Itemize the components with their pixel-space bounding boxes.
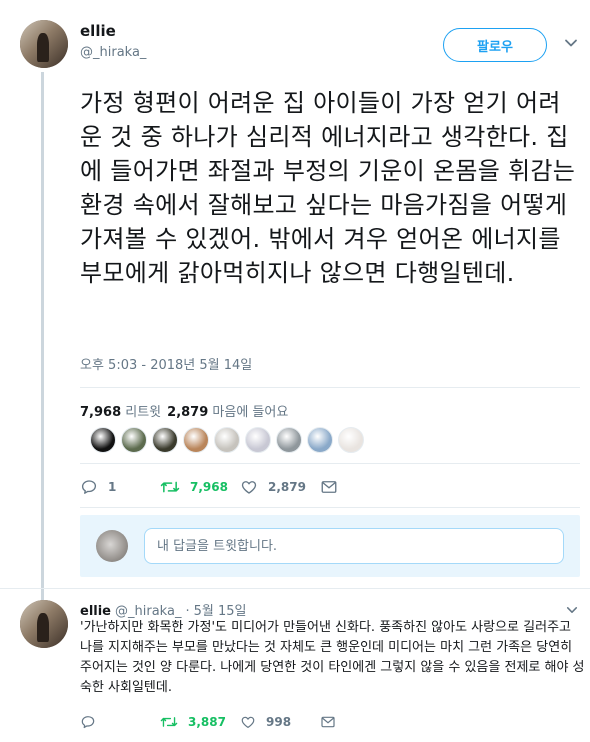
direct-message-button[interactable] (320, 714, 336, 730)
like-count: 998 (266, 715, 292, 729)
divider (80, 463, 580, 464)
reply-tweet-text: '가난하지만 화목한 가정'도 미디어가 만들어낸 신화다. 풍족하진 않아도 … (80, 620, 585, 695)
heart-icon (241, 716, 255, 728)
liker-avatar[interactable] (214, 427, 240, 453)
liker-avatar[interactable] (245, 427, 271, 453)
like-button[interactable]: 2,879 (240, 478, 306, 496)
retweet-button[interactable]: 7,968 (160, 478, 228, 496)
reply-tweet-header: ellie @_hiraka_ · 5월 15일 (80, 600, 246, 619)
reply-icon (81, 480, 97, 494)
retweet-count: 3,887 (188, 715, 226, 729)
author-name[interactable]: ellie (80, 22, 116, 40)
retweet-icon (160, 481, 180, 493)
reply-count: 1 (108, 480, 117, 494)
author-handle[interactable]: @_hiraka_ (80, 45, 146, 60)
retweet-button[interactable]: 3,887 (160, 714, 226, 730)
envelope-icon (321, 716, 335, 728)
liker-avatar[interactable] (121, 427, 147, 453)
divider (80, 507, 580, 508)
like-button[interactable]: 998 (240, 714, 291, 730)
reply-tweet-date[interactable]: 5월 15일 (194, 600, 247, 619)
reply-tweet-actions: 3,887 998 (80, 714, 380, 732)
retweet-stat-label: 리트윗 (125, 405, 162, 420)
divider (80, 387, 580, 388)
liker-avatars (90, 427, 364, 453)
direct-message-button[interactable] (320, 478, 338, 496)
separator-dot: · (185, 604, 190, 619)
retweet-icon (160, 717, 178, 727)
liker-avatar[interactable] (90, 427, 116, 453)
like-stat[interactable]: 2,879 마음에 들어요 (167, 401, 288, 420)
liker-avatar[interactable] (338, 427, 364, 453)
envelope-icon (321, 481, 337, 493)
like-stat-label: 마음에 들어요 (212, 405, 289, 420)
reply-author-handle[interactable]: @_hiraka_ (115, 604, 181, 619)
reply-author-avatar[interactable] (20, 600, 68, 648)
chevron-down-icon[interactable] (566, 604, 578, 616)
retweet-count: 7,968 (190, 480, 228, 494)
like-count: 2,879 (268, 480, 306, 494)
heart-icon (241, 481, 257, 494)
liker-avatar[interactable] (183, 427, 209, 453)
liker-avatar[interactable] (152, 427, 178, 453)
reply-button[interactable]: 1 (80, 478, 116, 496)
retweet-stat[interactable]: 7,968 리트윗 (80, 401, 161, 420)
reply-button[interactable] (80, 714, 96, 730)
liker-avatar[interactable] (276, 427, 302, 453)
thread-connector-line (41, 72, 44, 600)
tweet-actions: 1 7,968 2,879 (80, 478, 380, 500)
reply-composer (80, 515, 580, 577)
follow-button[interactable]: 팔로우 (443, 28, 547, 62)
divider (0, 588, 590, 589)
reply-author-name[interactable]: ellie (80, 604, 111, 619)
chevron-down-icon[interactable] (564, 36, 578, 50)
like-stat-count: 2,879 (167, 405, 209, 420)
reply-icon (81, 716, 95, 729)
reply-input[interactable] (144, 528, 564, 564)
tweet-text: 가정 형편이 어려운 집 아이들이 가장 얻기 어려운 것 중 하나가 심리적 … (80, 89, 576, 287)
tweet-stats: 7,968 리트윗 2,879 마음에 들어요 (80, 401, 288, 420)
tweet-timestamp[interactable]: 오후 5:03 - 2018년 5월 14일 (80, 354, 252, 373)
retweet-stat-count: 7,968 (80, 405, 122, 420)
liker-avatar[interactable] (307, 427, 333, 453)
author-avatar[interactable] (20, 20, 68, 68)
viewer-avatar (96, 530, 128, 562)
